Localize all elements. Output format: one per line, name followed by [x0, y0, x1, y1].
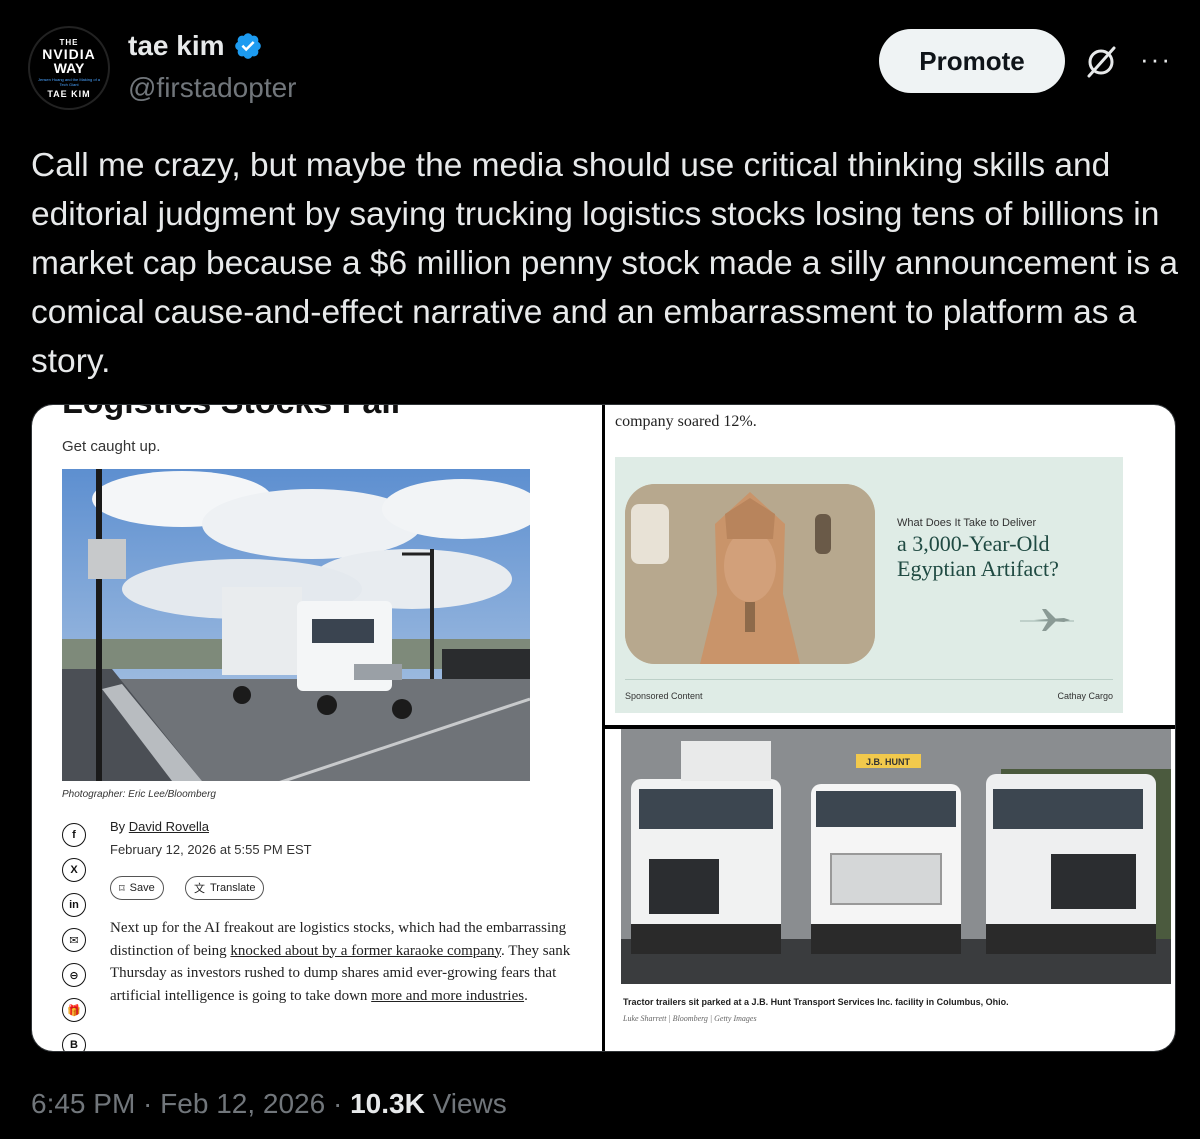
truck-sign: J.B. HUNT — [866, 757, 911, 767]
meta-separator: · — [135, 1088, 161, 1119]
save-label: Save — [129, 882, 155, 894]
article-body: Next up for the AI freakout are logistic… — [110, 917, 572, 1007]
article-fragment: company soared 12%. — [615, 413, 757, 430]
media-image-ad[interactable]: company soared 12%. What Does It Take to… — [605, 405, 1175, 725]
avatar-text-mid1: NVIDIA — [42, 45, 96, 62]
egyptian-artifact-image — [625, 484, 875, 664]
article-date: February 12, 2026 at 5:55 PM EST — [110, 842, 312, 857]
author-name-row: tae kim — [128, 30, 263, 62]
tweet-date[interactable]: Feb 12, 2026 — [160, 1088, 325, 1119]
sponsored-label: Sponsored Content — [625, 691, 703, 701]
save-button[interactable]: ⌑ Save — [110, 876, 164, 900]
media-grid[interactable]: Logistics Stocks Fall Get caught up. — [31, 404, 1176, 1052]
promote-button[interactable]: Promote — [879, 29, 1065, 93]
sponsored-ad[interactable]: What Does It Take to Deliver a 3,000-Yea… — [615, 457, 1123, 713]
avatar-text-bottom: TAE KIM — [47, 88, 91, 99]
ad-kicker: What Does It Take to Deliver — [897, 517, 1037, 529]
photo-caption: Tractor trailers sit parked at a J.B. Hu… — [623, 997, 1009, 1007]
bloomberg-icon[interactable]: B — [62, 1033, 86, 1051]
parked-trucks-photo: J.B. HUNT — [621, 729, 1171, 984]
airplane-icon — [1020, 609, 1074, 631]
body-text-3: . — [524, 987, 528, 1004]
meta-separator-2: · — [325, 1088, 351, 1119]
byline-prefix: By — [110, 819, 129, 834]
translate-button[interactable]: 文 Translate — [185, 876, 265, 900]
share-sidebar: f X in ✉ ⊖ 🎁 B — [62, 823, 92, 1051]
ad-headline: a 3,000-Year-Old Egyptian Artifact? — [897, 531, 1059, 581]
author-link[interactable]: David Rovella — [129, 819, 209, 834]
avatar-text-mid2: WAY — [53, 59, 85, 76]
gift-icon[interactable]: 🎁 — [62, 998, 86, 1022]
email-icon[interactable]: ✉ — [62, 928, 86, 952]
ad-divider — [625, 679, 1113, 680]
body-link-karaoke[interactable]: knocked about by a former karaoke compan… — [230, 943, 501, 959]
article-title: Logistics Stocks Fall — [62, 405, 400, 422]
linkedin-icon[interactable]: in — [62, 893, 86, 917]
media-image-trucks[interactable]: J.B. HUNT Tractor trailers sit parked at… — [605, 729, 1175, 1051]
facebook-icon[interactable]: f — [62, 823, 86, 847]
truck-bridge-photo — [62, 469, 530, 781]
tweet-time[interactable]: 6:45 PM — [31, 1088, 135, 1119]
article-subtitle: Get caught up. — [62, 438, 161, 455]
ad-brand: Cathay Cargo — [1057, 691, 1113, 701]
tweet-text: Call me crazy, but maybe the media shoul… — [31, 147, 1188, 380]
grok-icon[interactable] — [1083, 44, 1119, 80]
views-label: Views — [424, 1088, 507, 1119]
article-byline: By David Rovella — [110, 819, 209, 834]
bookmark-icon: ⌑ — [119, 882, 125, 895]
photo-credit: Photographer: Eric Lee/Bloomberg — [62, 789, 216, 800]
translate-label: Translate — [210, 882, 256, 894]
avatar-tagline: Jensen Huang and the Making of a Tech Gi… — [37, 76, 101, 87]
display-name[interactable]: tae kim — [128, 30, 225, 62]
translate-icon: 文 — [194, 883, 205, 895]
tweet-meta: 6:45 PM · Feb 12, 2026 · 10.3K Views — [31, 1088, 507, 1120]
more-options-icon[interactable]: ··· — [1140, 46, 1172, 72]
photo-credit-trucks: Luke Sharrett | Bloomberg | Getty Images — [623, 1014, 757, 1023]
x-icon[interactable]: X — [62, 858, 86, 882]
media-image-article[interactable]: Logistics Stocks Fall Get caught up. — [32, 405, 602, 1051]
body-link-industries[interactable]: more and more industries — [371, 988, 524, 1004]
verified-badge-icon[interactable] — [233, 31, 263, 61]
author-handle[interactable]: @firstadopter — [128, 72, 297, 104]
views-count[interactable]: 10.3K — [350, 1088, 425, 1119]
link-icon[interactable]: ⊖ — [62, 963, 86, 987]
avatar[interactable]: THE NVIDIA WAY Jensen Huang and the Maki… — [28, 26, 110, 110]
